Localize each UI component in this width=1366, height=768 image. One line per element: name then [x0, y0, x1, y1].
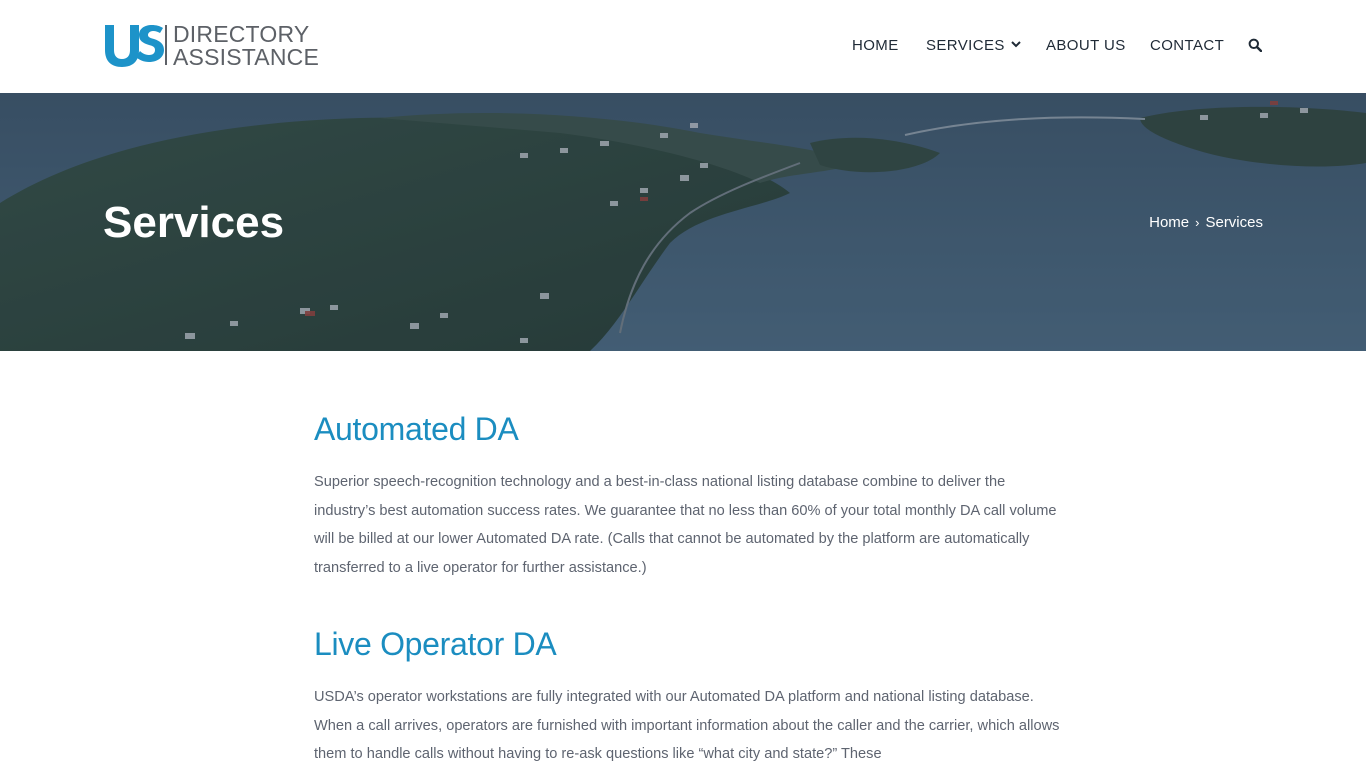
nav-home[interactable]: HOME [852, 36, 899, 56]
main-nav: HOME SERVICES ABOUT US CONTACT [0, 36, 1366, 58]
nav-services-label: SERVICES [926, 37, 1005, 54]
page-title: Services [103, 198, 285, 247]
page-hero: Services Home › Services [0, 93, 1366, 351]
section-body: USDA’s operator workstations are fully i… [314, 688, 1060, 763]
breadcrumb: Home › Services [1149, 213, 1263, 233]
section-title: Live Operator DA [314, 625, 557, 662]
site-header: DIRECTORY ASSISTANCE HOME SERVICES ABOUT… [0, 0, 1366, 93]
search-icon[interactable] [1248, 38, 1263, 53]
nav-contact[interactable]: CONTACT [1150, 36, 1224, 56]
breadcrumb-home-link[interactable]: Home [1149, 214, 1189, 231]
service-section-live-operator-da: Live Operator DA USDA’s operator worksta… [314, 623, 1066, 768]
breadcrumb-current: Services [1205, 214, 1263, 231]
service-section-automated-da: Automated DA Superior speech-recognition… [314, 408, 1066, 583]
section-title: Automated DA [314, 411, 519, 447]
nav-about-us[interactable]: ABOUT US [1046, 36, 1126, 56]
chevron-down-icon [1011, 34, 1021, 54]
nav-services[interactable]: SERVICES [926, 36, 1021, 56]
section-body: Superior speech-recognition technology a… [314, 474, 1057, 577]
main-content: Automated DA Superior speech-recognition… [314, 408, 1066, 768]
breadcrumb-separator-icon: › [1195, 215, 1200, 230]
